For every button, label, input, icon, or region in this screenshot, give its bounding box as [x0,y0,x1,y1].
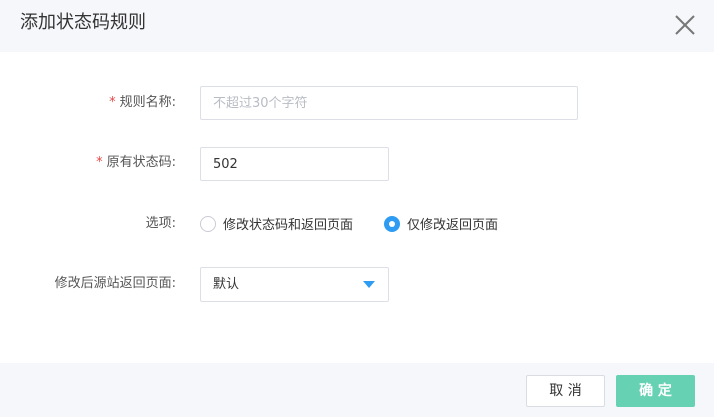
status-code-label-text: 原有状态码: [106,155,176,170]
dialog-footer: 取 消 确 定 [0,363,714,417]
required-mark: * [109,95,116,110]
required-mark: * [96,155,103,170]
options-label: 选项: [145,216,176,231]
dialog-header: 添加状态码规则 [0,0,714,52]
radio-label: 修改状态码和返回页面 [223,218,354,233]
dialog-title: 添加状态码规则 [20,12,146,33]
radio-modify-page-only[interactable]: 仅修改返回页面 [384,214,498,233]
cancel-button[interactable]: 取 消 [526,375,605,407]
radio-checked-icon [384,215,400,232]
rule-name-input[interactable] [200,86,578,120]
status-code-input[interactable] [200,147,389,181]
dialog-body: *规则名称: *原有状态码: 选项: 修改状态码和返回页面 仅修改返回页面 修改… [0,52,714,363]
rule-name-label: * 规则名称: [0,94,176,112]
caret-down-icon [363,281,375,288]
close-icon[interactable] [673,13,697,37]
origin-page-label: 修改后源站返回页面: [54,276,176,291]
radio-label: 仅修改返回页面 [407,218,499,233]
radio-modify-code-and-page[interactable]: 修改状态码和返回页面 [200,214,353,233]
origin-page-select[interactable]: 默认 [200,267,389,302]
rule-name-label-text: 规则名称: [119,95,176,110]
radio-unchecked-icon [200,215,216,232]
select-value: 默认 [213,277,240,292]
status-code-label: * 原有状态码: [0,154,176,172]
confirm-button[interactable]: 确 定 [616,375,695,407]
